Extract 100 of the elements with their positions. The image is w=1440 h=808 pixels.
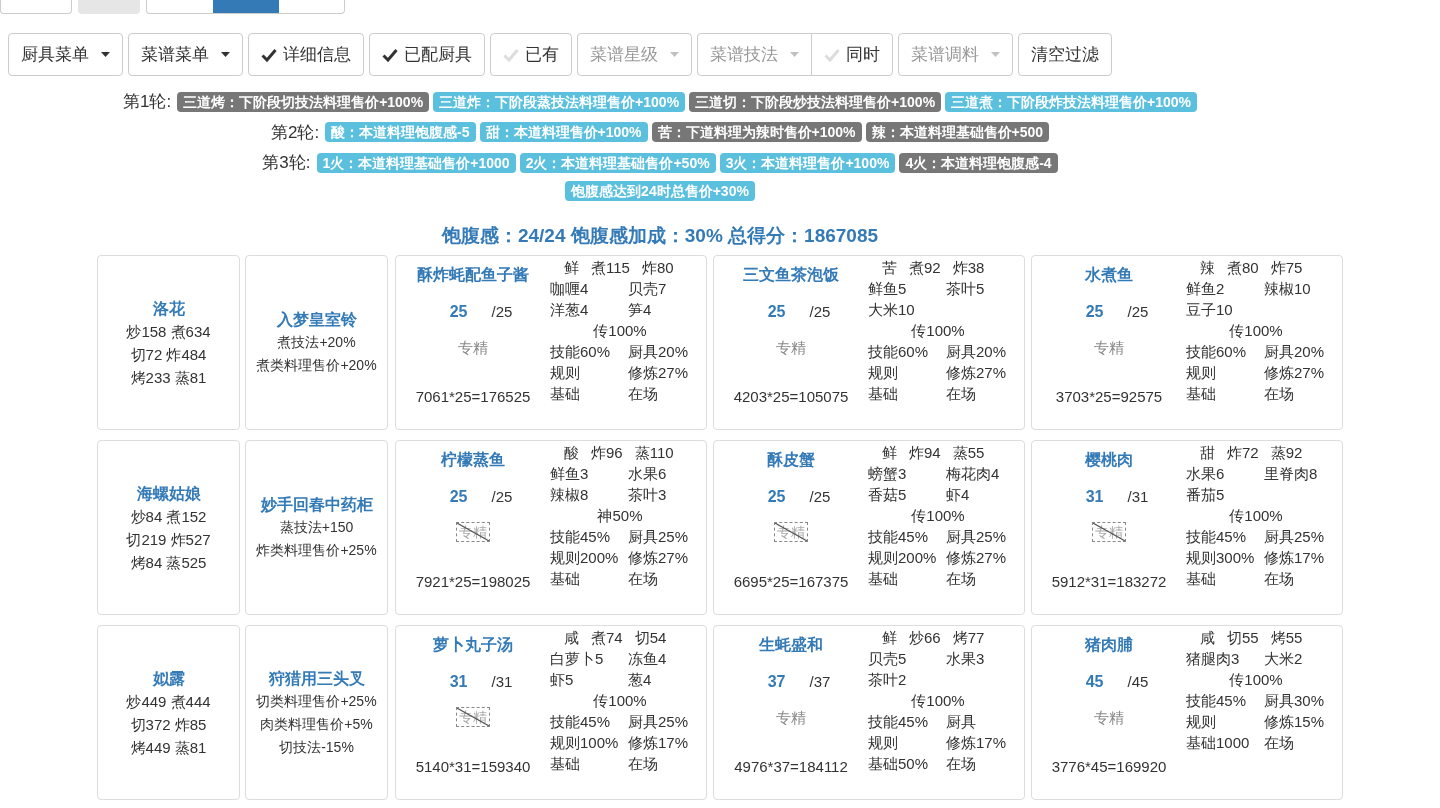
ingredient: 大米10 xyxy=(868,300,916,320)
button[interactable] xyxy=(0,0,72,14)
rule-tag: 饱腹感达到24时总售价+30% xyxy=(565,180,755,201)
specialty-label: 专精 xyxy=(774,522,808,542)
toggle-button[interactable]: 已有 xyxy=(490,33,572,76)
ingredient: 虾5 xyxy=(550,670,575,690)
score-formula: 3703*25=92575 xyxy=(1055,387,1163,407)
equipment-effect: 切类料理售价+25% xyxy=(256,691,377,711)
bonus-stat: 修炼27% xyxy=(628,548,690,568)
bonus-stat: 修炼27% xyxy=(628,363,690,383)
recipe-name[interactable]: 水煮鱼 xyxy=(1085,264,1133,285)
recipe-attribute: 煮74 xyxy=(591,628,623,648)
specialty-label: 专精 xyxy=(458,337,488,358)
recipe-attribute: 炸38 xyxy=(952,258,985,278)
bonus-stat: 在场 xyxy=(628,384,659,404)
specialty-label: 专精 xyxy=(456,522,490,542)
recipe-count: 45 xyxy=(1085,672,1104,692)
chef-name[interactable]: 海螺姑娘 xyxy=(136,481,201,505)
specialty-label: 专精 xyxy=(776,337,806,358)
bonus-stat: 修炼27% xyxy=(946,548,1008,568)
chef-skills: 炒84 煮152 xyxy=(130,506,207,527)
recipe-count: 25 xyxy=(767,302,786,322)
rule-tag: 三道炸：下阶段蒸技法料理售价+100% xyxy=(433,91,686,112)
recipe-attribute: 炸75 xyxy=(1270,258,1303,278)
recipe-count: 37 xyxy=(767,672,786,692)
equipment-effect: 肉类料理售价+5% xyxy=(260,714,373,734)
recipe-attribute: 甜 xyxy=(1200,443,1215,463)
score-formula: 4203*25=105075 xyxy=(733,387,849,407)
bonus-stat: 修炼17% xyxy=(628,733,690,753)
recipe-attribute: 蒸92 xyxy=(1270,443,1303,463)
toggle-button[interactable]: 同时 xyxy=(811,33,893,76)
caret-icon xyxy=(670,52,679,57)
score-formula: 6695*25=167375 xyxy=(733,572,849,592)
dropdown-button[interactable]: 菜谱菜单 xyxy=(128,33,243,76)
recipe-name[interactable]: 酥炸蚝配鱼子酱 xyxy=(417,264,529,285)
ingredient: 茶叶3 xyxy=(628,485,668,505)
specialty-label: 专精 xyxy=(1094,707,1124,728)
recipe-name[interactable]: 柠檬蒸鱼 xyxy=(441,449,505,470)
chef-skills: 切219 炸527 xyxy=(126,529,211,550)
recipe-attribute: 鲜 xyxy=(564,258,579,278)
recipe-attribute: 炸80 xyxy=(641,258,674,278)
toggle-button[interactable]: 已配厨具 xyxy=(369,33,485,76)
ingredient: 水果6 xyxy=(1186,464,1226,484)
recipe-count: 25 xyxy=(1085,302,1104,322)
chef-skills: 烤449 蒸81 xyxy=(130,737,207,758)
clear-filter-button[interactable]: 清空过滤 xyxy=(1018,33,1112,76)
equipment-name[interactable]: 入梦皇室铃 xyxy=(276,308,357,331)
equipment-effect: 切技法-15% xyxy=(279,737,354,757)
bonus-stat: 规则 xyxy=(1186,363,1217,383)
rule-tag: 2火：本道料理基础售价+50% xyxy=(519,152,716,173)
equipment-effect: 煮技法+20% xyxy=(277,333,356,352)
ingredient: 香菇5 xyxy=(868,485,908,505)
recipe-attribute: 辣 xyxy=(1200,258,1215,278)
ingredient: 水果3 xyxy=(946,649,986,669)
recipe-count: 31 xyxy=(1085,487,1104,507)
ingredient: 鲜鱼5 xyxy=(868,279,908,299)
bonus-stat: 在场 xyxy=(946,384,977,404)
recipe-max: /45 xyxy=(1127,672,1149,692)
bonus-stat: 厨具 xyxy=(946,712,977,732)
equipment-effect: 蒸技法+150 xyxy=(279,518,354,537)
chef-name[interactable]: 洛花 xyxy=(152,296,185,320)
rule-tag: 4火：本道料理饱腹感-4 xyxy=(899,152,1058,173)
bonus-stat: 规则100% xyxy=(550,733,620,753)
recipe-attribute: 酸 xyxy=(564,443,579,463)
dropdown-button[interactable]: 厨具菜单 xyxy=(8,33,123,76)
equipment-name[interactable]: 妙手回春中药柜 xyxy=(260,493,373,516)
bonus-stat: 规则 xyxy=(868,363,899,383)
bonus-label: 传100% xyxy=(593,321,647,341)
chef-name[interactable]: 姒露 xyxy=(152,666,185,690)
recipe-name[interactable]: 萝卜丸子汤 xyxy=(433,634,513,655)
ingredient: 咖喱4 xyxy=(550,279,590,299)
ingredient: 洋葱4 xyxy=(550,300,590,320)
ingredient: 虾4 xyxy=(946,485,971,505)
recipe-attribute: 切54 xyxy=(634,628,667,648)
recipe-attribute: 咸 xyxy=(1200,628,1215,648)
recipe-name[interactable]: 酥皮蟹 xyxy=(767,449,815,470)
bonus-label: 传100% xyxy=(1229,506,1283,526)
specialty-label: 专精 xyxy=(1094,337,1124,358)
equipment-name[interactable]: 狩猎用三头叉 xyxy=(268,666,365,690)
recipe-max: /25 xyxy=(491,487,513,507)
button-group[interactable] xyxy=(146,0,345,14)
bonus-stat: 规则200% xyxy=(550,548,620,568)
bonus-stat: 基础 xyxy=(550,754,581,774)
recipe-name[interactable]: 三文鱼茶泡饭 xyxy=(743,264,839,285)
button[interactable] xyxy=(78,0,140,14)
bonus-stat: 技能45% xyxy=(868,712,930,732)
recipe-name[interactable]: 猪肉脯 xyxy=(1085,634,1133,655)
ingredient: 鲜鱼2 xyxy=(1186,279,1226,299)
toggle-button[interactable]: 详细信息 xyxy=(248,33,364,76)
recipe-name[interactable]: 生蚝盛和 xyxy=(759,634,823,655)
bonus-stat: 厨具30% xyxy=(1264,691,1326,711)
bonus-stat: 修炼27% xyxy=(1264,363,1326,383)
bonus-stat: 厨具25% xyxy=(946,527,1008,547)
specialty-label: 专精 xyxy=(776,707,806,728)
ingredient: 茶叶2 xyxy=(868,670,908,690)
bonus-stat: 修炼15% xyxy=(1264,712,1326,732)
score-formula: 5140*31=159340 xyxy=(415,757,531,777)
ingredient: 鲜鱼3 xyxy=(550,464,590,484)
score-formula: 5912*31=183272 xyxy=(1051,572,1167,592)
recipe-name[interactable]: 樱桃肉 xyxy=(1085,449,1133,470)
